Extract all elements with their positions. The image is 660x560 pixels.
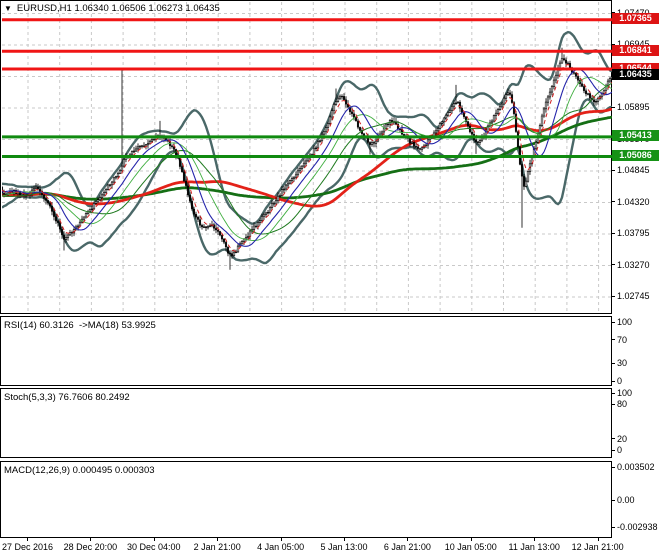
price-level-badge-green: 1.05413 — [612, 130, 659, 142]
rsi-label: RSI(14) 60.3126 ->MA(18) 53.9925 — [4, 320, 156, 331]
rsi-tick-label: 30 — [617, 358, 628, 369]
rsi-axis-tick — [611, 362, 615, 364]
chart-title: EURUSD,H1 1.06340 1.06506 1.06273 1.0643… — [16, 3, 220, 14]
time-tick-label: 28 Dec 20:00 — [63, 542, 118, 552]
time-axis-tick — [597, 538, 599, 541]
time-axis-tick — [470, 538, 472, 541]
time-axis-tick — [153, 538, 155, 541]
time-tick-label: 27 Dec 2016 — [2, 542, 54, 552]
time-axis-tick — [217, 538, 219, 541]
rsi-tick-label: 100 — [617, 317, 633, 327]
bollinger-upper-band — [2, 30, 612, 226]
stoch-axis-tick — [611, 438, 615, 440]
time-axis-tick — [27, 538, 28, 541]
current-price-badge: 1.06435 — [612, 69, 659, 81]
chart-symbol-dropdown-icon[interactable]: ▼ — [4, 4, 12, 14]
time-axis-tick — [407, 538, 409, 541]
price-level-badge-green: 1.05086 — [612, 150, 659, 162]
stoch-axis-tick — [611, 392, 615, 394]
macd-axis-tick — [611, 526, 615, 528]
stoch-axis-tick — [611, 403, 615, 405]
chart-window: ▼ EURUSD,H1 1.06340 1.06506 1.06273 1.06… — [0, 0, 660, 560]
rsi-tick-label: 70 — [617, 334, 628, 345]
macd-axis-tick — [611, 466, 615, 468]
rsi-axis-tick — [611, 380, 615, 382]
stoch-axis-tick — [611, 449, 615, 451]
chart-title-row: ▼ EURUSD,H1 1.06340 1.06506 1.06273 1.06… — [4, 3, 220, 14]
price-axis-tick — [611, 106, 615, 108]
rsi-axis-tick — [611, 339, 615, 341]
price-tick-label: 1.05895 — [617, 102, 650, 112]
price-level-badge-red: 1.07365 — [612, 13, 659, 25]
price-axis-tick — [611, 264, 615, 265]
macd-tick-label: 0.00 — [617, 495, 635, 505]
time-axis-tick — [534, 538, 536, 541]
price-tick-label: 1.03795 — [617, 228, 650, 238]
price-axis-tick — [611, 232, 615, 234]
price-axis-tick — [611, 201, 615, 202]
stoch-label: Stoch(5,3,3) 76.7606 80.2492 — [4, 392, 130, 403]
rsi-axis-tick — [611, 321, 615, 323]
price-axis-tick — [611, 295, 615, 297]
macd-axis-tick — [611, 499, 615, 501]
time-tick-label: 4 Jan 05:00 — [257, 542, 305, 552]
time-tick-label: 6 Jan 21:00 — [383, 542, 431, 552]
main-chart-canvas[interactable] — [2, 2, 612, 314]
time-tick-label: 2 Jan 21:00 — [193, 542, 241, 552]
price-tick-label: 1.04845 — [617, 165, 650, 175]
time-axis-tick — [344, 538, 345, 541]
stoch-tick-label: 20 — [617, 433, 628, 444]
time-axis-tick — [90, 538, 92, 541]
price-level-badge-red: 1.06841 — [612, 44, 659, 56]
time-tick-label: 30 Dec 04:00 — [127, 542, 181, 552]
price-axis-tick — [611, 169, 615, 171]
price-tick-label: 1.03270 — [617, 259, 650, 270]
main-chart-pane — [0, 0, 612, 314]
time-tick-label: 10 Jan 05:00 — [444, 542, 497, 552]
stoch-tick-label: 80 — [617, 399, 628, 410]
price-tick-label: 1.02745 — [617, 291, 650, 301]
stoch-tick-label: 100 — [617, 388, 633, 398]
time-tick-label: 12 Jan 21:00 — [571, 542, 624, 552]
macd-tick-label: -0.002938 — [617, 522, 658, 533]
macd-tick-label: 0.003502 — [617, 462, 655, 473]
rsi-tick-label: 0 — [617, 376, 623, 386]
stoch-tick-label: 0 — [617, 445, 623, 455]
macd-label: MACD(12,26,9) 0.000495 0.000303 — [4, 465, 155, 476]
bollinger-lower-band — [2, 97, 612, 265]
price-tick-label: 1.04320 — [617, 196, 650, 207]
time-tick-label: 5 Jan 13:00 — [320, 542, 368, 552]
time-tick-label: 11 Jan 13:00 — [508, 542, 560, 552]
time-axis-tick — [280, 538, 282, 541]
